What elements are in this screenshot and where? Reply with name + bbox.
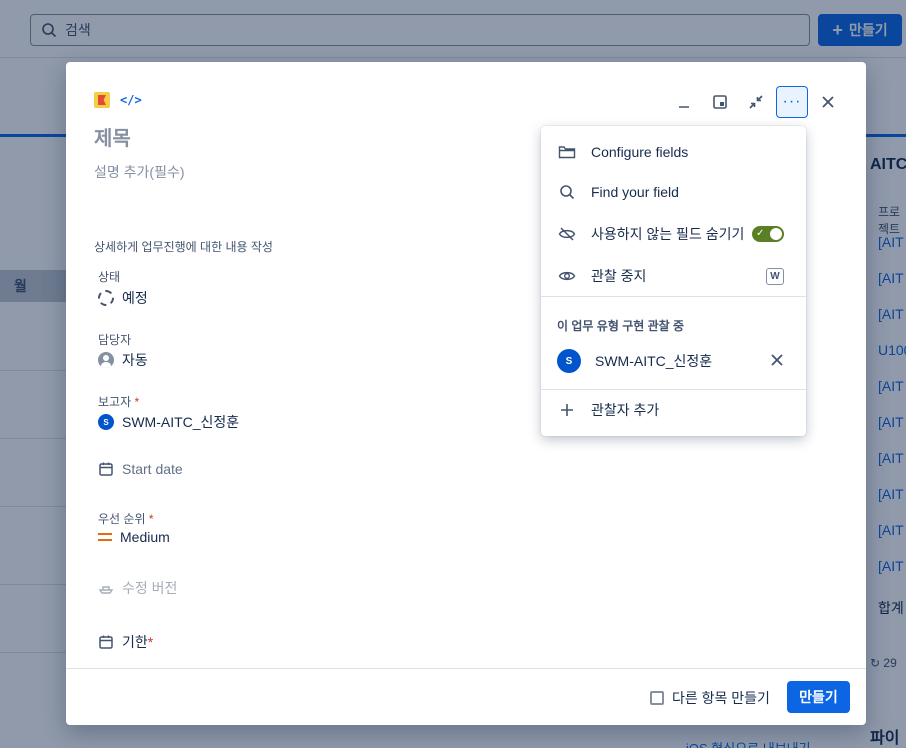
collapse-icon — [749, 95, 763, 109]
more-actions-button[interactable]: ··· — [776, 86, 808, 118]
avatar: S — [98, 414, 114, 430]
priority-field[interactable]: Medium — [98, 529, 170, 545]
reporter-field[interactable]: S SWM-AITC_신정훈 — [98, 412, 239, 432]
reporter-value: SWM-AITC_신정훈 — [122, 414, 240, 430]
create-button[interactable]: 만들기 — [787, 681, 850, 713]
priority-value: Medium — [120, 529, 170, 545]
priority-label: 우선 순위 * — [98, 510, 154, 527]
collapse-button[interactable] — [740, 86, 772, 118]
ship-icon — [98, 586, 114, 594]
eye-hidden-icon — [557, 226, 577, 242]
picture-in-picture-button[interactable] — [704, 86, 736, 118]
required-mark: * — [147, 634, 154, 650]
calendar-icon — [99, 635, 113, 649]
menu-item-add-watcher[interactable]: 관찰자 추가 — [541, 390, 806, 430]
more-actions-menu: Configure fields Find your field 사용하지 않는… — [541, 126, 806, 436]
picture-in-picture-icon — [713, 95, 727, 109]
person-icon — [98, 352, 114, 368]
menu-item-label: 관찰 중지 — [591, 268, 647, 284]
reporter-label-text: 보고자 — [98, 395, 132, 409]
issue-type-area: </> — [94, 92, 142, 108]
fix-version-value: 수정 버전 — [122, 580, 178, 596]
summary-input[interactable]: 제목 — [94, 122, 131, 151]
minimize-icon — [679, 106, 689, 108]
description-hint: 상세하게 업무진행에 대한 내용 작성 — [94, 240, 273, 254]
status-field[interactable]: 예정 — [98, 288, 148, 308]
status-label: 상태 — [98, 270, 121, 284]
menu-item-stop-watching[interactable]: 관찰 중지 W — [541, 256, 806, 296]
minimize-button[interactable] — [668, 86, 700, 118]
issue-type-icon[interactable] — [94, 92, 110, 108]
assignee-label: 담당자 — [98, 333, 132, 347]
menu-item-find-field[interactable]: Find your field — [541, 172, 806, 212]
modal-footer: 다른 항목 만들기 만들기 — [66, 668, 866, 725]
status-todo-icon — [98, 290, 114, 306]
folder-icon — [557, 145, 577, 159]
priority-label-text: 우선 순위 — [98, 512, 146, 526]
create-another-toggle[interactable]: 다른 항목 만들기 — [650, 688, 770, 708]
create-another-checkbox[interactable] — [650, 691, 664, 705]
assignee-value: 자동 — [122, 352, 148, 368]
watchers-section-title: 이 업무 유형 구현 관찰 중 — [557, 319, 685, 333]
required-mark: * — [134, 395, 140, 409]
create-another-label: 다른 항목 만들기 — [672, 690, 770, 706]
plus-icon — [557, 402, 577, 418]
avatar: S — [557, 349, 581, 373]
start-date-field[interactable]: Start date — [98, 461, 183, 477]
priority-medium-icon — [98, 533, 112, 541]
fix-version-field[interactable]: 수정 버전 — [98, 578, 177, 598]
more-icon: ··· — [782, 93, 802, 110]
due-date-field[interactable]: 기한* — [98, 632, 153, 652]
hide-unused-toggle[interactable]: ✓ — [752, 226, 784, 242]
menu-item-configure-fields[interactable]: Configure fields — [541, 132, 806, 172]
description-input[interactable]: 설명 추가(필수) — [94, 162, 185, 182]
close-button[interactable] — [812, 86, 844, 118]
due-date-value: 기한* — [122, 632, 153, 652]
code-icon[interactable]: </> — [120, 93, 142, 107]
keyboard-shortcut: W — [766, 267, 784, 285]
eye-icon — [557, 269, 577, 283]
modal-actions: ··· — [668, 86, 844, 118]
calendar-icon — [99, 462, 113, 476]
status-value: 예정 — [122, 290, 148, 306]
assignee-field[interactable]: 자동 — [98, 350, 148, 370]
check-icon: ✓ — [756, 228, 765, 239]
remove-watcher-button[interactable] — [770, 353, 784, 370]
menu-item-label: Find your field — [591, 184, 679, 200]
watcher-name: SWM-AITC_신정훈 — [595, 353, 713, 369]
reporter-label: 보고자 * — [98, 393, 139, 410]
start-date-value: Start date — [122, 461, 183, 477]
watcher-row: S SWM-AITC_신정훈 — [541, 341, 806, 381]
required-mark: * — [148, 512, 154, 526]
search-icon — [557, 184, 577, 200]
menu-divider — [541, 296, 806, 297]
menu-item-label: 사용하지 않는 필드 숨기기 — [591, 226, 745, 242]
menu-item-hide-unused[interactable]: 사용하지 않는 필드 숨기기 ✓ — [541, 214, 806, 254]
close-icon — [771, 353, 783, 366]
due-date-text: 기한 — [122, 634, 148, 650]
close-icon — [822, 96, 834, 108]
menu-item-label: 관찰자 추가 — [591, 402, 660, 418]
menu-item-label: Configure fields — [591, 144, 689, 160]
